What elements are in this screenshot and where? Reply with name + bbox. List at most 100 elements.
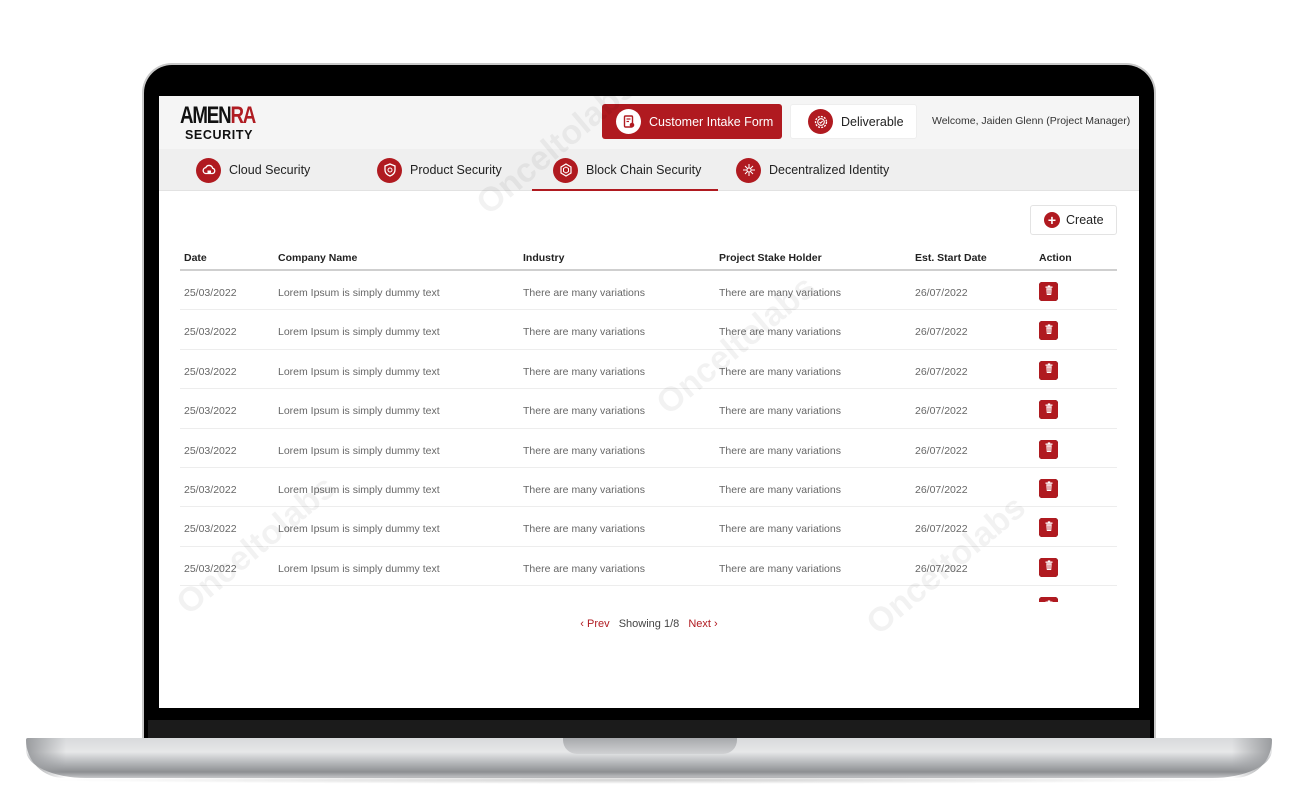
stakeholder-cell: There are many variations: [719, 326, 841, 339]
industry-cell: There are many variations: [523, 523, 645, 536]
tab-decentralized-identity[interactable]: Decentralized Identity: [736, 149, 889, 191]
date-cell: 25/03/2022: [184, 483, 237, 496]
tab-label: Block Chain Security: [586, 163, 702, 177]
tab-label: Decentralized Identity: [769, 163, 890, 177]
page-status: Showing 1/8: [618, 618, 680, 630]
prev-page-link[interactable]: ‹ Prev: [580, 618, 609, 630]
trash-icon: [1044, 600, 1054, 602]
date-cell: 25/03/2022: [184, 365, 237, 378]
stakeholder-cell: There are many variations: [719, 562, 841, 575]
logo-text-amen: AMEN: [180, 102, 232, 129]
plus-icon: +: [1044, 212, 1060, 228]
trash-icon: [1044, 324, 1054, 338]
table-row[interactable]: 25/03/2022 Lorem Ipsum is simply dummy te…: [180, 429, 1117, 468]
delete-button[interactable]: [1039, 282, 1058, 301]
trash-icon: [1044, 521, 1054, 535]
delete-button[interactable]: [1039, 557, 1058, 577]
laptop-notch: [563, 738, 737, 754]
prev-label: Prev: [587, 618, 610, 630]
tab-label: Cloud Security: [229, 163, 311, 177]
network-icon: [736, 157, 761, 183]
table-row[interactable]: 25/03/2022 Lorem Ipsum is simply dummy te…: [180, 468, 1117, 508]
stakeholder-cell: There are many variations: [719, 365, 841, 378]
industry-cell: There are many variations: [523, 326, 645, 339]
delete-button[interactable]: [1039, 400, 1058, 420]
deliverable-button[interactable]: Deliverable: [790, 104, 917, 139]
projects-table: Date Company Name Industry Project Stake…: [180, 244, 1117, 602]
next-label: Next: [688, 618, 711, 630]
delete-button[interactable]: [1039, 439, 1058, 459]
stakeholder-cell: There are many variations: [719, 523, 841, 536]
industry-cell: There are many variations: [523, 444, 645, 457]
date-cell: 25/03/2022: [184, 444, 237, 457]
column-header-stakeholder[interactable]: Project Stake Holder: [719, 252, 822, 264]
start-date-cell: 26/07/2022: [915, 523, 968, 536]
date-cell: 25/03/2022: [184, 562, 237, 575]
tab-block-chain-security[interactable]: Block Chain Security: [532, 149, 718, 191]
tab-label: Product Security: [410, 163, 502, 177]
table-row[interactable]: 25/03/2022 Lorem Ipsum is simply dummy te…: [180, 389, 1117, 429]
company-cell: Lorem Ipsum is simply dummy text: [278, 444, 440, 457]
gear-check-icon: [808, 109, 833, 134]
company-cell: Lorem Ipsum is simply dummy text: [278, 365, 440, 378]
table-row[interactable]: 25/03/2022 Lorem Ipsum is simply dummy te…: [180, 271, 1117, 311]
start-date-cell: 26/07/2022: [915, 483, 968, 496]
delete-button[interactable]: [1039, 597, 1058, 602]
start-date-cell: 26/07/2022: [915, 326, 968, 339]
column-header-start-date[interactable]: Est. Start Date: [915, 252, 987, 264]
cloud-lock-icon: [196, 157, 221, 183]
table-body[interactable]: 25/03/2022 Lorem Ipsum is simply dummy te…: [180, 271, 1117, 602]
start-date-cell: 26/07/2022: [915, 405, 968, 418]
trash-icon: [1044, 284, 1054, 299]
table-row[interactable]: 25/03/2022 Lorem Ipsum is simply dummy te…: [180, 350, 1117, 390]
date-cell: 25/03/2022: [184, 326, 237, 339]
customer-intake-form-label: Customer Intake Form: [649, 114, 774, 129]
industry-cell: There are many variations: [523, 365, 645, 378]
tab-cloud-security[interactable]: Cloud Security: [196, 149, 310, 191]
date-cell: 25/03/2022: [184, 287, 237, 299]
trash-icon: [1044, 403, 1054, 417]
table-header: Date Company Name Industry Project Stake…: [180, 244, 1117, 271]
trash-icon: [1044, 442, 1054, 456]
start-date-cell: 26/07/2022: [915, 365, 968, 378]
delete-button[interactable]: [1039, 360, 1058, 380]
start-date-cell: 26/07/2022: [915, 287, 968, 299]
delete-button[interactable]: [1039, 321, 1058, 341]
tab-product-security[interactable]: Product Security: [377, 149, 502, 191]
delete-button[interactable]: [1039, 478, 1058, 498]
column-header-industry[interactable]: Industry: [523, 252, 564, 264]
customer-intake-form-button[interactable]: Customer Intake Form: [602, 104, 782, 139]
date-cell: 25/03/2022: [184, 523, 237, 536]
industry-cell: There are many variations: [523, 287, 645, 299]
start-date-cell: 26/07/2022: [915, 562, 968, 575]
date-cell: 25/03/2022: [184, 405, 237, 418]
stakeholder-cell: There are many variations: [719, 287, 841, 299]
industry-cell: There are many variations: [523, 483, 645, 496]
table-row[interactable]: 25/03/2022 Lorem Ipsum is simply dummy te…: [180, 310, 1117, 350]
company-cell: Lorem Ipsum is simply dummy text: [278, 523, 440, 536]
trash-icon: [1044, 560, 1054, 574]
company-cell: Lorem Ipsum is simply dummy text: [278, 483, 440, 496]
table-row[interactable]: 25/03/2022 Lorem Ipsum is simply dummy te…: [180, 547, 1117, 587]
stakeholder-cell: There are many variations: [719, 483, 841, 496]
deliverable-label: Deliverable: [841, 114, 904, 129]
column-header-company[interactable]: Company Name: [278, 252, 357, 264]
form-icon: [616, 109, 641, 134]
industry-cell: There are many variations: [523, 562, 645, 575]
next-page-link[interactable]: Next ›: [688, 618, 717, 630]
brand-logo[interactable]: AMENRA SECURITY: [180, 103, 270, 143]
company-cell: Lorem Ipsum is simply dummy text: [278, 405, 440, 418]
table-row[interactable]: [180, 586, 1117, 602]
table-row[interactable]: 25/03/2022 Lorem Ipsum is simply dummy te…: [180, 507, 1117, 547]
create-button[interactable]: + Create: [1030, 205, 1117, 235]
company-cell: Lorem Ipsum is simply dummy text: [278, 287, 440, 299]
company-cell: Lorem Ipsum is simply dummy text: [278, 326, 440, 339]
company-cell: Lorem Ipsum is simply dummy text: [278, 562, 440, 575]
shield-icon: [377, 157, 402, 183]
column-header-date[interactable]: Date: [184, 252, 207, 264]
logo-text-ra: RA: [230, 102, 256, 129]
top-header: AMENRA SECURITY Customer Intake Form Del…: [159, 96, 1139, 149]
welcome-text: Welcome, Jaiden Glenn (Project Manager): [932, 115, 1131, 127]
delete-button[interactable]: [1039, 518, 1058, 538]
laptop-shadow: [40, 776, 1260, 784]
